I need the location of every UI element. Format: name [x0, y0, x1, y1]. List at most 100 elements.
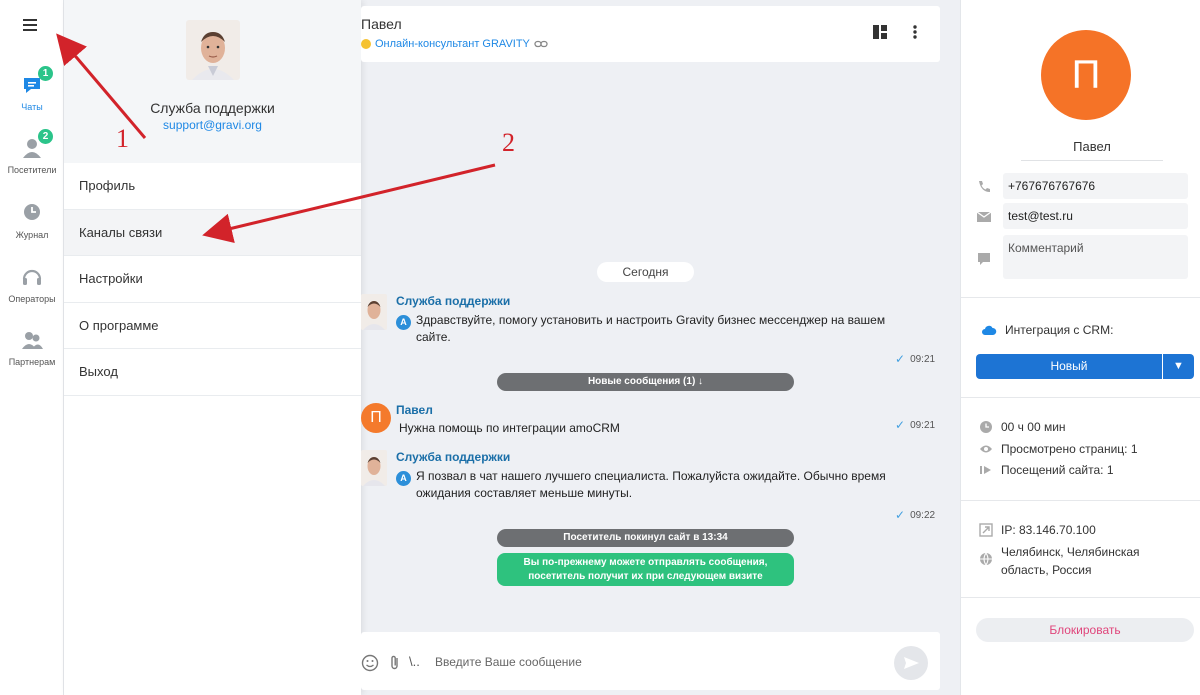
new-messages-divider[interactable]: Новые сообщения (1) ↓	[497, 373, 794, 391]
menu-item-logout[interactable]: Выход	[64, 349, 361, 396]
message-time-text: 09:21	[910, 353, 936, 365]
visitors-badge: 2	[38, 129, 53, 144]
message-composer: \..	[361, 632, 940, 690]
more-vertical-icon[interactable]	[907, 24, 925, 42]
operator-email[interactable]: support@gravi.org	[64, 118, 361, 132]
check-icon: ✓	[895, 418, 906, 432]
rail-label: Партнерам	[8, 357, 56, 367]
operator-avatar	[361, 294, 387, 330]
message-text: Я позвал в чат нашего лучшего специалист…	[416, 469, 886, 500]
menu-icon[interactable]	[19, 16, 41, 38]
rail-label: Посетители	[7, 165, 57, 175]
mail-icon	[976, 211, 992, 222]
check-icon: ✓	[895, 508, 906, 522]
pages-viewed-text: Просмотрено страниц: 1	[1001, 442, 1138, 456]
operator-badge: A	[396, 471, 411, 486]
chats-badge: 1	[38, 66, 53, 81]
crm-status-select[interactable]: Новый ▼	[976, 354, 1194, 379]
left-site-notice: Посетитель покинул сайт в 13:34	[497, 529, 794, 547]
menu-item-channels[interactable]: Каналы связи	[64, 209, 361, 256]
phone-value[interactable]: +767676767676	[1003, 173, 1188, 199]
location-line: область, Россия	[1001, 563, 1092, 577]
icon-rail: 1 Чаты 2 Посетители Журнал Операторы Пар…	[0, 0, 64, 695]
external-link-icon	[979, 523, 993, 537]
site-visits: Посещений сайта: 1	[979, 461, 1114, 479]
message-time-text: 09:22	[910, 509, 936, 521]
menu-item-settings[interactable]: Настройки	[64, 256, 361, 303]
site-visits-text: Посещений сайта: 1	[1001, 463, 1114, 477]
visitor-panel: П Павел +767676767676 test@test.ru Комме…	[960, 0, 1200, 695]
visitor-icon: 2	[19, 129, 53, 161]
send-button[interactable]	[894, 646, 928, 680]
block-button[interactable]: Блокировать	[976, 618, 1194, 642]
message-time: ✓ 09:21	[895, 418, 935, 432]
time-on-site: 00 ч 00 мин	[979, 418, 1066, 436]
operator-name: Служба поддержки	[150, 100, 275, 116]
rail-label: Журнал	[15, 230, 49, 240]
message-text: Нужна помощь по интеграции amoCRM	[399, 421, 620, 435]
cloud-icon	[982, 325, 997, 335]
visitor-name: Павел	[1021, 139, 1163, 161]
message-input[interactable]	[435, 650, 865, 674]
send-icon	[904, 657, 919, 669]
message-author: Служба поддержки	[396, 450, 511, 464]
crm-status-value: Новый	[976, 354, 1162, 379]
rail-label: Чаты	[21, 102, 43, 112]
rail-item-operators[interactable]: Операторы	[0, 264, 64, 304]
chat-header: Павел Онлайн-консультант GRAVITY	[361, 6, 940, 62]
visitor-avatar: П	[1041, 30, 1131, 120]
ip-address: IP: 83.146.70.100	[979, 521, 1096, 539]
paperclip-icon[interactable]	[386, 654, 404, 672]
layout-icon[interactable]	[872, 24, 890, 42]
comment-input[interactable]: Комментарий	[1003, 235, 1188, 279]
date-divider: Сегодня	[597, 262, 694, 282]
chat-area: Павел Онлайн-консультант GRAVITY Сегодня…	[361, 0, 960, 695]
rail-item-journal[interactable]: Журнал	[0, 200, 64, 240]
crm-label: Интеграция с CRM:	[981, 323, 1113, 337]
comment-icon	[978, 253, 990, 265]
email-value[interactable]: test@test.ru	[1003, 203, 1188, 229]
location: Челябинск, Челябинская область, Россия	[979, 543, 1140, 579]
formatting-button[interactable]: \..	[409, 654, 427, 672]
location-text: Челябинск, Челябинская область, Россия	[1001, 543, 1140, 579]
crm-label-text: Интеграция с CRM:	[1005, 323, 1114, 337]
side-drawer: Служба поддержки support@gravi.org Профи…	[64, 0, 361, 695]
drawer-header: Служба поддержки support@gravi.org	[64, 0, 361, 163]
pages-viewed: Просмотрено страниц: 1	[979, 440, 1138, 458]
offline-notice-line: Вы по-прежнему можете отправлять сообщен…	[523, 557, 768, 568]
emoji-icon[interactable]	[361, 654, 379, 672]
rail-item-visitors[interactable]: 2 Посетители	[0, 129, 64, 175]
clock-icon	[980, 421, 992, 433]
comment-field: Комментарий	[976, 235, 1188, 279]
offline-notice: Вы по-прежнему можете отправлять сообщен…	[497, 553, 794, 586]
message-time: ✓ 09:22	[895, 508, 935, 522]
visitor-name: Павел	[361, 16, 402, 32]
globe-icon	[980, 552, 992, 566]
eye-icon	[980, 445, 992, 453]
menu-item-profile[interactable]: Профиль	[64, 163, 361, 210]
email-field: test@test.ru	[976, 203, 1188, 229]
rail-item-partners[interactable]: Партнерам	[0, 327, 64, 367]
visitor-contact-section: П Павел +767676767676 test@test.ru Комме…	[961, 0, 1200, 298]
channel-name: Онлайн-консультант GRAVITY	[375, 38, 530, 50]
headset-icon	[19, 264, 45, 290]
phone-icon	[979, 181, 990, 192]
rail-label: Операторы	[8, 294, 56, 304]
operator-avatar	[186, 20, 240, 80]
operator-badge: A	[396, 315, 411, 330]
clock-icon	[19, 200, 45, 226]
partners-icon	[19, 327, 45, 353]
chat-icon: 1	[19, 66, 53, 98]
status-dot-icon	[361, 39, 371, 49]
channel-info[interactable]: Онлайн-консультант GRAVITY	[361, 38, 548, 50]
dropdown-arrow-icon[interactable]: ▼	[1162, 354, 1194, 379]
operator-avatar	[361, 450, 387, 486]
ip-address-text: IP: 83.146.70.100	[1001, 523, 1096, 537]
message-time: ✓ 09:21	[895, 352, 935, 366]
message-author: Служба поддержки	[396, 294, 511, 308]
rail-item-chats[interactable]: 1 Чаты	[0, 66, 64, 112]
visits-icon	[980, 466, 991, 474]
menu-item-about[interactable]: О программе	[64, 303, 361, 349]
message-author: Павел	[396, 403, 433, 417]
phone-field: +767676767676	[976, 173, 1188, 199]
